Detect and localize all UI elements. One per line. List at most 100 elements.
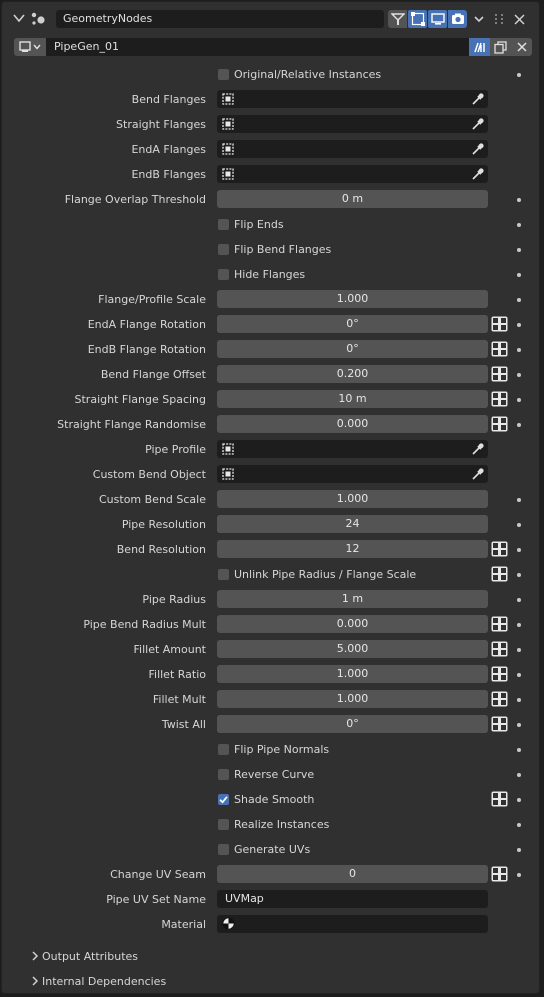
enda-flange-rotation-field[interactable]: 0° — [217, 315, 488, 333]
keyframe-dot[interactable] — [517, 273, 521, 277]
keyframe-dot[interactable] — [517, 748, 521, 752]
realize-instances-checkbox[interactable]: Realize Instances — [218, 818, 329, 831]
flip-bend-flanges-checkbox[interactable]: Flip Bend Flanges — [218, 243, 331, 256]
keyframe-dot[interactable] — [517, 73, 521, 77]
pipe-radius-field[interactable]: 1 m — [217, 590, 488, 608]
straight-flange-randomise-field[interactable]: 0.000 — [217, 415, 488, 433]
checkbox-box[interactable] — [218, 219, 229, 230]
modifier-name-field[interactable]: GeometryNodes — [56, 10, 384, 28]
keyframe-dot[interactable] — [517, 798, 521, 802]
custom-bend-object-object-field[interactable] — [217, 465, 488, 483]
remove-modifier-button[interactable] — [510, 10, 529, 28]
keyframe-dot[interactable] — [517, 573, 521, 577]
flip-ends-checkbox[interactable]: Flip Ends — [218, 218, 284, 231]
use-attribute-toggle[interactable] — [491, 541, 508, 557]
keyframe-dot[interactable] — [517, 298, 521, 302]
unlink-node-group-button[interactable] — [511, 38, 532, 56]
shade-smooth-checkbox[interactable]: Shade Smooth — [218, 793, 314, 806]
bend-flange-offset-field[interactable]: 0.200 — [217, 365, 488, 383]
hide-flanges-checkbox[interactable]: Hide Flanges — [218, 268, 305, 281]
viewport-toggle[interactable] — [428, 10, 447, 28]
straight-flanges-object-field[interactable] — [217, 115, 488, 133]
eyedropper-icon[interactable] — [471, 142, 485, 156]
custom-bend-scale-field[interactable]: 1.000 — [217, 490, 488, 508]
checkbox-box[interactable] — [218, 244, 229, 255]
straight-flange-spacing-field[interactable]: 10 m — [217, 390, 488, 408]
keyframe-dot[interactable] — [517, 548, 521, 552]
generate-uvs-checkbox[interactable]: Generate UVs — [218, 843, 310, 856]
checkbox-box[interactable] — [218, 569, 229, 580]
use-attribute-toggle[interactable] — [491, 416, 508, 432]
pipe-bend-radius-mult-field[interactable]: 0.000 — [217, 615, 488, 633]
eyedropper-icon[interactable] — [471, 167, 485, 181]
pipe-resolution-field[interactable]: 24 — [217, 515, 488, 533]
keyframe-dot[interactable] — [517, 348, 521, 352]
keyframe-dot[interactable] — [517, 198, 521, 202]
enda-flanges-object-field[interactable] — [217, 140, 488, 158]
twist-all-field[interactable]: 0° — [217, 715, 488, 733]
use-attribute-toggle[interactable] — [491, 791, 508, 807]
subpanel-output-attributes[interactable]: Output Attributes — [2, 944, 539, 969]
use-attribute-toggle[interactable] — [491, 666, 508, 682]
use-attribute-toggle[interactable] — [491, 866, 508, 882]
checkbox-box[interactable] — [218, 769, 229, 780]
keyframe-dot[interactable] — [517, 523, 521, 527]
keyframe-dot[interactable] — [517, 498, 521, 502]
fillet-ratio-field[interactable]: 1.000 — [217, 665, 488, 683]
use-attribute-toggle[interactable] — [491, 641, 508, 657]
duplicate-node-group-button[interactable] — [490, 38, 511, 56]
drag-handle[interactable] — [489, 10, 508, 28]
reverse-curve-checkbox[interactable]: Reverse Curve — [218, 768, 314, 781]
checkbox-box[interactable] — [218, 844, 229, 855]
keyframe-dot[interactable] — [517, 373, 521, 377]
keyframe-dot[interactable] — [517, 648, 521, 652]
use-attribute-toggle[interactable] — [491, 616, 508, 632]
eyedropper-icon[interactable] — [471, 467, 485, 481]
collapse-chevron-icon[interactable] — [12, 12, 26, 24]
checkbox-box[interactable] — [218, 819, 229, 830]
keyframe-dot[interactable] — [517, 773, 521, 777]
node-tree-type-button[interactable] — [14, 38, 46, 56]
unlink-pipe-radius-flange-scale-checkbox[interactable]: Unlink Pipe Radius / Flange Scale — [218, 568, 416, 581]
endb-flange-rotation-field[interactable]: 0° — [217, 340, 488, 358]
use-attribute-toggle[interactable] — [491, 391, 508, 407]
keyframe-dot[interactable] — [517, 423, 521, 427]
use-attribute-toggle[interactable] — [491, 691, 508, 707]
keyframe-dot[interactable] — [517, 598, 521, 602]
flip-pipe-normals-checkbox[interactable]: Flip Pipe Normals — [218, 743, 329, 756]
extra-options-dropdown[interactable] — [469, 10, 488, 28]
original-relative-instances-checkbox[interactable]: Original/Relative Instances — [218, 68, 381, 81]
eyedropper-icon[interactable] — [471, 117, 485, 131]
keyframe-dot[interactable] — [517, 673, 521, 677]
eyedropper-icon[interactable] — [471, 442, 485, 456]
checkbox-box[interactable] — [218, 69, 229, 80]
material-field[interactable] — [217, 915, 488, 933]
keyframe-dot[interactable] — [517, 823, 521, 827]
subpanel-internal-dependencies[interactable]: Internal Dependencies — [2, 969, 539, 993]
pipe-uv-set-name-field[interactable]: UVMap — [217, 890, 488, 908]
keyframe-dot[interactable] — [517, 398, 521, 402]
use-attribute-toggle[interactable] — [491, 316, 508, 332]
endb-flanges-object-field[interactable] — [217, 165, 488, 183]
edit-mode-toggle[interactable] — [388, 10, 407, 28]
keyframe-dot[interactable] — [517, 698, 521, 702]
render-toggle[interactable] — [448, 10, 467, 28]
use-attribute-toggle[interactable] — [491, 716, 508, 732]
keyframe-dot[interactable] — [517, 848, 521, 852]
eyedropper-icon[interactable] — [471, 92, 485, 106]
fake-user-toggle[interactable] — [469, 38, 490, 56]
change-uv-seam-field[interactable]: 0 — [217, 865, 488, 883]
checkbox-box[interactable] — [218, 744, 229, 755]
keyframe-dot[interactable] — [517, 223, 521, 227]
keyframe-dot[interactable] — [517, 323, 521, 327]
use-attribute-toggle[interactable] — [491, 366, 508, 382]
on-cage-toggle[interactable] — [408, 10, 427, 28]
keyframe-dot[interactable] — [517, 623, 521, 627]
fillet-mult-field[interactable]: 1.000 — [217, 690, 488, 708]
checkbox-box[interactable] — [218, 269, 229, 280]
keyframe-dot[interactable] — [517, 248, 521, 252]
bend-resolution-field[interactable]: 12 — [217, 540, 488, 558]
use-attribute-toggle[interactable] — [491, 566, 508, 582]
bend-flanges-object-field[interactable] — [217, 90, 488, 108]
keyframe-dot[interactable] — [517, 723, 521, 727]
